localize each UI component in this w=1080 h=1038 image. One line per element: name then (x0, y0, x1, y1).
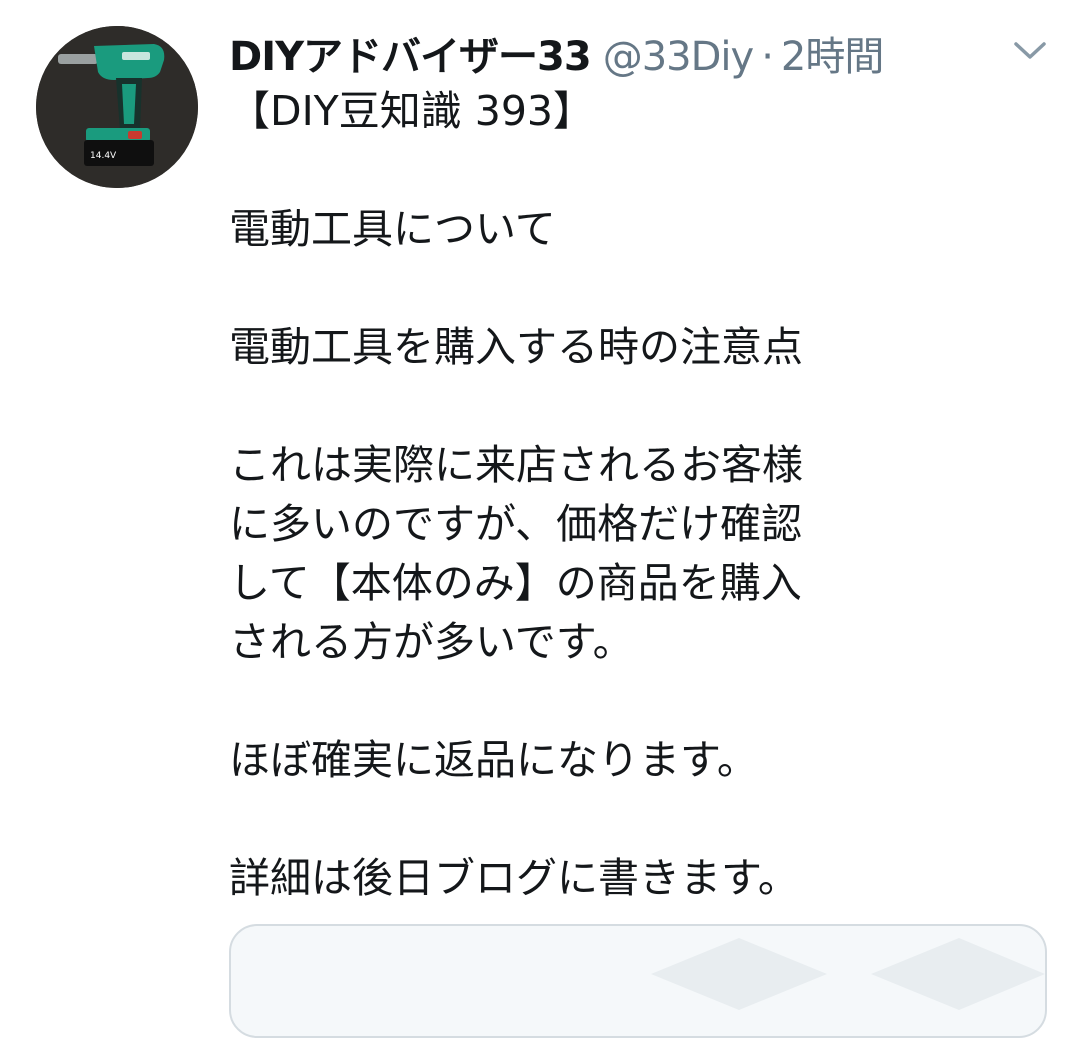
tweet-line: ほぼ確実に返品になります。 (229, 736, 758, 784)
tweet-text: 【DIY豆知識 393】 電動工具について 電動工具を購入する時の注意点 これは… (229, 82, 869, 908)
display-name[interactable]: DIYアドバイザー33 (229, 24, 592, 82)
timestamp[interactable]: 2時間 (781, 24, 884, 82)
tweet-line: 【DIY豆知識 393】 (229, 87, 594, 135)
power-drill-icon: 14.4V (36, 26, 198, 188)
svg-text:14.4V: 14.4V (90, 151, 117, 161)
chevron-down-icon[interactable] (1010, 36, 1050, 64)
user-handle[interactable]: @33Diy (603, 34, 754, 80)
tweet-line: 電動工具を購入する時の注意点 (229, 323, 803, 371)
link-card-placeholder-icon (651, 938, 1045, 1010)
tweet-line: これは実際に来店されるお客様 (229, 441, 803, 489)
separator-dot: · (761, 34, 774, 80)
tweet-line: に多いのですが、価格だけ確認 (229, 500, 803, 548)
tweet-line: 電動工具について (229, 205, 556, 253)
tweet-header: DIYアドバイザー33 @33Diy · 2時間 (229, 24, 884, 80)
link-card[interactable] (229, 924, 1047, 1038)
tweet-line: して【本体のみ】の商品を購入 (229, 559, 802, 607)
tweet-line: 詳細は後日ブログに書きます。 (229, 854, 799, 902)
avatar[interactable]: 14.4V (36, 26, 198, 188)
tweet-line: される方が多いです。 (229, 618, 634, 666)
